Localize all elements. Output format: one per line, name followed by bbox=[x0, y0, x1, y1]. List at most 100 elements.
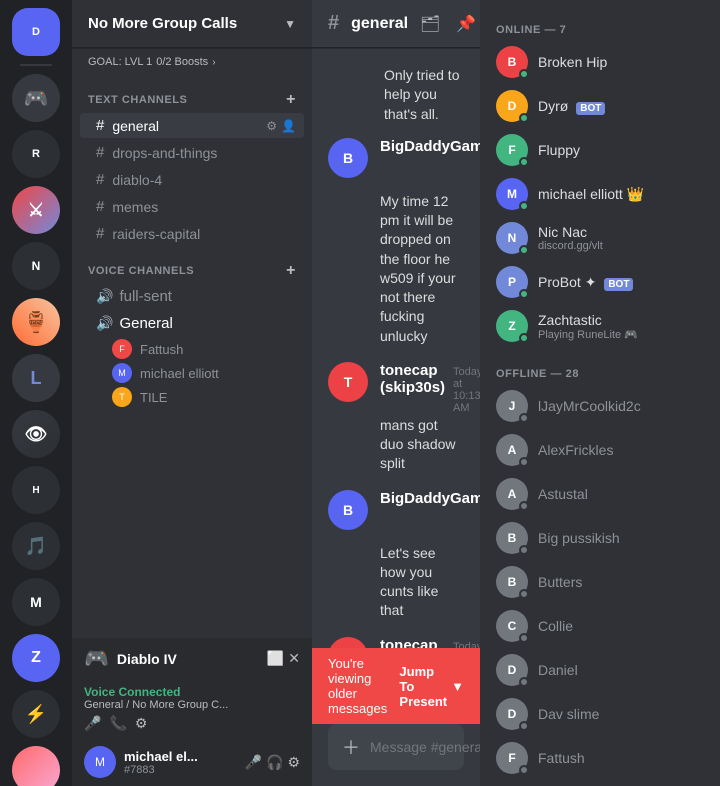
online-status-indicator bbox=[519, 69, 529, 79]
member-michael-elliott[interactable]: M michael elliott 👑 bbox=[488, 172, 712, 216]
member-nic-nac[interactable]: N Nic Nac discord.gg/vlt bbox=[488, 216, 712, 260]
voice-channel-general[interactable]: 🔊 General bbox=[80, 311, 304, 336]
member-avatar: D bbox=[496, 654, 528, 686]
settings-icon[interactable]: ⚙ bbox=[135, 715, 148, 732]
member-name: Astustal bbox=[538, 486, 704, 502]
member-probot[interactable]: P ProBot ✦ BOT bbox=[488, 260, 712, 304]
server-icon-6[interactable]: L bbox=[12, 354, 60, 402]
boost-arrow-icon: › bbox=[212, 57, 215, 68]
member-info: Zachtastic Playing RuneLite 🎮 bbox=[538, 312, 704, 341]
user-info: michael el... #7883 bbox=[124, 749, 237, 776]
member-offline-1[interactable]: J lJayMrCoolkid2c bbox=[488, 384, 712, 428]
pin-icon[interactable]: 📌 bbox=[456, 14, 476, 34]
add-voice-channel-button[interactable]: + bbox=[286, 263, 296, 279]
server-icon-z[interactable]: Z bbox=[12, 634, 60, 682]
member-offline-4[interactable]: B Big pussikish bbox=[488, 516, 712, 560]
server-icon-7[interactable]: 👁 bbox=[12, 410, 60, 458]
server-icon-2[interactable]: R bbox=[12, 130, 60, 178]
settings-icon[interactable]: ⚙ bbox=[266, 119, 277, 133]
username[interactable]: BigDaddyGamer94 bbox=[380, 138, 480, 155]
server-name-header[interactable]: No More Group Calls ▼ bbox=[72, 0, 312, 48]
mute-icon[interactable]: 🎤 bbox=[84, 715, 101, 732]
hash-icon: # bbox=[96, 144, 104, 161]
member-offline-8[interactable]: D Dav slime bbox=[488, 692, 712, 736]
voice-actions: 🎤 📞 ⚙ bbox=[84, 715, 300, 732]
message-group: T tonecap (skip30s) Today at 10:13 AM ma… bbox=[312, 358, 480, 478]
main-content: # general 🗂 📌 👥 🔍 Only tried to help you… bbox=[312, 0, 480, 786]
member-info: Broken Hip bbox=[538, 54, 704, 70]
message-group: T tonecap (skip30s) Today at 10:13 AM co… bbox=[312, 633, 480, 649]
member-dyro[interactable]: D Dyrø BOT bbox=[488, 84, 712, 128]
jump-to-present-button[interactable]: Jump To Present ▼ bbox=[399, 664, 464, 709]
member-avatar: F bbox=[496, 134, 528, 166]
message-text: My time 12 pm it will be dropped on the … bbox=[380, 192, 464, 346]
close-icon[interactable]: ✕ bbox=[288, 650, 300, 667]
add-channel-button[interactable]: + bbox=[286, 92, 296, 108]
server-icon-8[interactable]: H bbox=[12, 466, 60, 514]
online-status-indicator bbox=[519, 289, 529, 299]
channel-title: general bbox=[351, 15, 408, 33]
speaker-icon: 🔊 bbox=[96, 315, 113, 332]
server-icon-5[interactable]: 🏺 bbox=[12, 298, 60, 346]
server-icon-3[interactable]: ⚔ bbox=[12, 186, 60, 234]
member-name: Big pussikish bbox=[538, 530, 704, 546]
member-fluppy[interactable]: F Fluppy bbox=[488, 128, 712, 172]
older-messages-banner: You're viewing older messages Jump To Pr… bbox=[312, 648, 480, 724]
server-divider bbox=[20, 64, 52, 66]
message-input-box: ＋ 🎁 GIF 📋 😊 bbox=[328, 724, 464, 770]
add-file-icon[interactable]: ＋ bbox=[340, 724, 362, 770]
channel-hash-icon: # bbox=[328, 12, 339, 35]
server-icon-4[interactable]: N bbox=[12, 242, 60, 290]
member-avatar: P bbox=[496, 266, 528, 298]
member-broken-hip[interactable]: B Broken Hip bbox=[488, 40, 712, 84]
online-status-indicator bbox=[519, 113, 529, 123]
diablo-section: 🎮 Diablo IV ⬜ ✕ bbox=[72, 638, 312, 679]
member-offline-7[interactable]: D Daniel bbox=[488, 648, 712, 692]
online-status-indicator bbox=[519, 157, 529, 167]
online-status-indicator bbox=[519, 245, 529, 255]
member-avatar: B bbox=[496, 46, 528, 78]
timestamp: Today at 10:13 AM bbox=[453, 641, 480, 649]
username[interactable]: tonecap (skip30s) bbox=[380, 637, 445, 649]
maximize-icon[interactable]: ⬜ bbox=[267, 650, 284, 667]
channel-drops-and-things[interactable]: # drops-and-things bbox=[80, 140, 304, 165]
member-name: TILE bbox=[140, 390, 167, 405]
member-offline-6[interactable]: C Collie bbox=[488, 604, 712, 648]
username[interactable]: tonecap (skip30s) bbox=[380, 362, 445, 396]
text-channels-header: TEXT CHANNELS + bbox=[72, 76, 312, 112]
channel-memes[interactable]: # memes bbox=[80, 194, 304, 219]
boost-goal-label: GOAL: LVL 1 bbox=[88, 56, 152, 68]
sidebar-footer: 🎮 Diablo IV ⬜ ✕ Voice Connected General … bbox=[72, 638, 312, 786]
user-avatar: M bbox=[84, 746, 116, 778]
channel-general[interactable]: # general ⚙ 👤 bbox=[80, 113, 304, 138]
server-bar: D 🎮 R ⚔ N 🏺 L 👁 H 🎵 M Z ⚡ R4EU + bbox=[0, 0, 72, 786]
sidebar: No More Group Calls ▼ GOAL: LVL 1 0/2 Bo… bbox=[72, 0, 312, 786]
member-offline-5[interactable]: B Butters bbox=[488, 560, 712, 604]
member-offline-2[interactable]: A AlexFrickles bbox=[488, 428, 712, 472]
server-icon-9[interactable]: 🎵 bbox=[12, 522, 60, 570]
server-icon-11[interactable]: ⚡ bbox=[12, 690, 60, 738]
member-info: Dyrø BOT bbox=[538, 98, 704, 115]
settings-icon[interactable]: ⚙ bbox=[287, 754, 300, 771]
member-zachtastic[interactable]: Z Zachtastic Playing RuneLite 🎮 bbox=[488, 304, 712, 348]
server-icon-1[interactable]: 🎮 bbox=[12, 74, 60, 122]
member-offline-9[interactable]: F Fattush bbox=[488, 736, 712, 780]
channel-diablo-4[interactable]: # diablo-4 bbox=[80, 167, 304, 192]
thread-icon[interactable]: 🗂 bbox=[420, 14, 440, 34]
messages-area[interactable]: Only tried to help you that's all. B Big… bbox=[312, 48, 480, 648]
server-icon-home[interactable]: D bbox=[12, 8, 60, 56]
headset-icon[interactable]: 🎧 bbox=[266, 754, 283, 771]
member-avatar: F bbox=[496, 742, 528, 774]
add-user-icon[interactable]: 👤 bbox=[281, 119, 296, 133]
disconnect-icon[interactable]: 📞 bbox=[109, 715, 126, 732]
channel-raiders-capital[interactable]: # raiders-capital bbox=[80, 221, 304, 246]
boost-section[interactable]: GOAL: LVL 1 0/2 Boosts › bbox=[72, 48, 312, 76]
mic-icon[interactable]: 🎤 bbox=[245, 754, 262, 771]
server-icon-12[interactable] bbox=[12, 746, 60, 786]
member-offline-10[interactable]: I ImtheDroids_ bbox=[488, 780, 712, 786]
username[interactable]: BigDaddyGamer94 bbox=[380, 490, 480, 507]
member-offline-3[interactable]: A Astustal bbox=[488, 472, 712, 516]
voice-channel-full-sent[interactable]: 🔊 full-sent bbox=[80, 284, 304, 309]
server-icon-10[interactable]: M bbox=[12, 578, 60, 626]
diablo-info: Diablo IV bbox=[117, 651, 259, 667]
